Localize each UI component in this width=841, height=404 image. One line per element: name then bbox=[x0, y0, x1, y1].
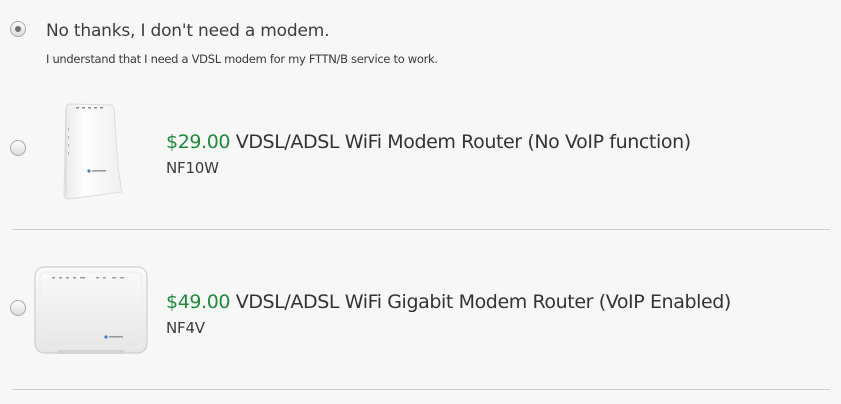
nf10w-title[interactable]: $29.00 VDSL/ADSL WiFi Modem Router (No V… bbox=[166, 131, 691, 153]
nf10w-radio[interactable] bbox=[10, 140, 26, 156]
product-divider bbox=[12, 389, 830, 390]
nf4v-title[interactable]: $49.00 VDSL/ADSL WiFi Gigabit Modem Rout… bbox=[166, 291, 731, 313]
nf4v-model: NF4V bbox=[166, 319, 205, 337]
no-modem-radio[interactable] bbox=[10, 21, 26, 37]
nf10w-model: NF10W bbox=[166, 159, 219, 177]
nf4v-name: VDSL/ADSL WiFi Gigabit Modem Router (VoI… bbox=[235, 291, 732, 313]
product-divider bbox=[12, 229, 830, 230]
no-modem-note: I understand that I need a VDSL modem fo… bbox=[46, 52, 438, 66]
nf4v-radio[interactable] bbox=[10, 300, 26, 316]
nf10w-name: VDSL/ADSL WiFi Modem Router (No VoIP fun… bbox=[235, 131, 691, 153]
nf4v-router-image bbox=[34, 266, 148, 354]
nf10w-price: $29.00 bbox=[166, 131, 231, 153]
no-modem-label[interactable]: No thanks, I don't need a modem. bbox=[46, 21, 329, 41]
nf4v-price: $49.00 bbox=[166, 291, 231, 313]
nf10w-router-image bbox=[63, 103, 123, 200]
